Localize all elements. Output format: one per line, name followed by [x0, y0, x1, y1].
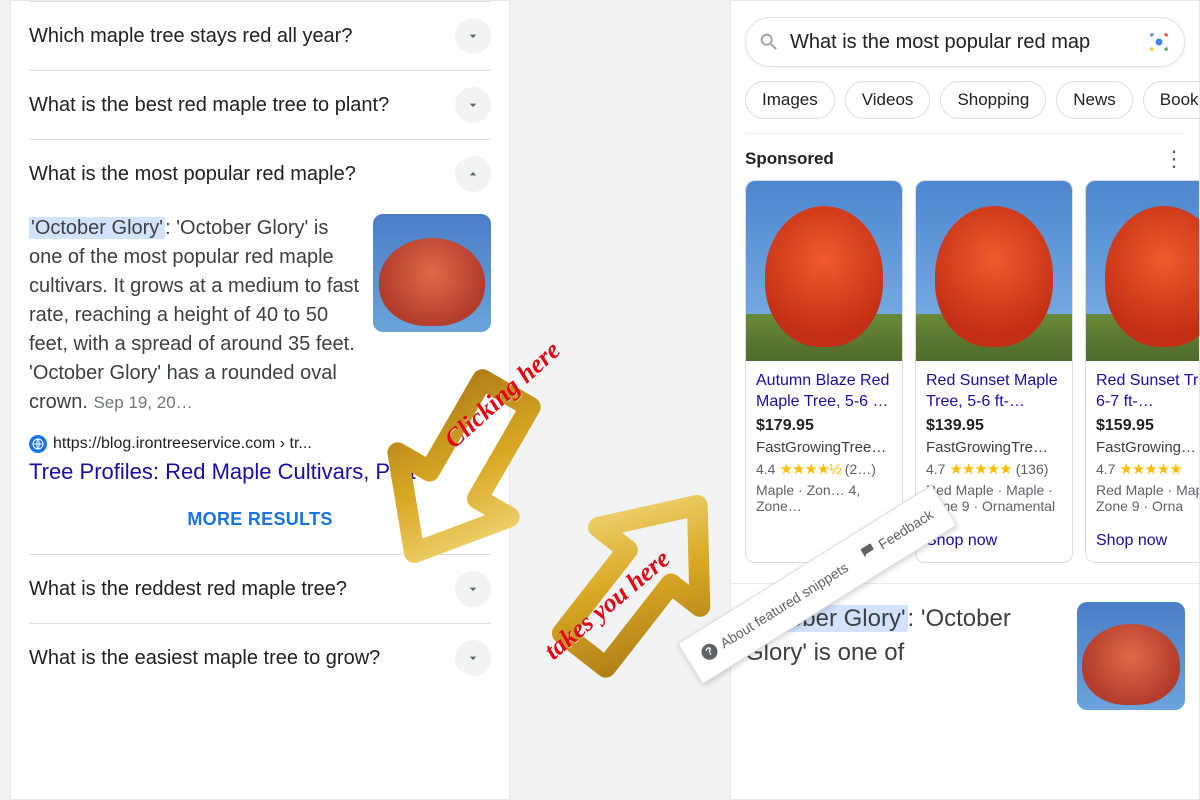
card-image [916, 181, 1072, 361]
snippet-text: 'October Glory': 'October Glory' is one … [29, 214, 361, 417]
card-rating: 4.7 ★★★★★ (136) [926, 460, 1062, 478]
snippet-thumbnail[interactable] [373, 214, 491, 332]
card-tags: Maple · Zon… 4, Zone… [756, 482, 892, 518]
question-text: What is the most popular red maple? [29, 161, 356, 188]
chip-news[interactable]: News [1056, 81, 1133, 119]
question-text: What is the best red maple tree to plant… [29, 92, 389, 119]
card-tags: Red Maple · Maple · Zone 9 · Orna [1096, 482, 1199, 518]
card-seller: FastGrowingTre… [926, 439, 1062, 456]
stars-icon: ★★★★★ [949, 460, 1011, 478]
chip-images[interactable]: Images [745, 81, 835, 119]
stars-icon: ★★★★½ [779, 460, 840, 478]
related-question-row-expanded[interactable]: What is the most popular red maple? [29, 139, 491, 208]
annotation-label-takes: takes you here [538, 544, 676, 666]
help-icon: ? [698, 641, 720, 663]
search-chips: Images Videos Shopping News Books [731, 81, 1199, 133]
question-text: What is the easiest maple tree to grow? [29, 645, 380, 672]
related-question-row[interactable]: Which maple tree stays red all year? [29, 1, 491, 70]
rating-count: (2…) [845, 461, 876, 477]
search-query-text[interactable]: What is the most popular red map [790, 31, 1136, 54]
snippet-date: Sep 19, 20… [93, 393, 192, 412]
card-rating: 4.7 ★★★★★ [1096, 460, 1199, 478]
card-image [1086, 181, 1199, 361]
sponsored-label: Sponsored [745, 149, 834, 169]
card-seller: FastGrowingTree… [756, 439, 892, 456]
card-price: $159.95 [1096, 417, 1199, 435]
source-title-link[interactable]: Tree Profiles: Red Maple Cultivars, Part… [29, 459, 491, 485]
chevron-up-icon[interactable] [455, 156, 491, 192]
shopping-card[interactable]: Red Sunset Tree, 6-7 ft-… $159.95 FastGr… [1085, 180, 1199, 563]
rating-value: 4.7 [1096, 461, 1115, 477]
chevron-down-icon[interactable] [455, 640, 491, 676]
stars-icon: ★★★★★ [1119, 460, 1181, 478]
card-seller: FastGrowing… [1096, 439, 1199, 456]
chevron-down-icon[interactable] [455, 87, 491, 123]
related-question-row[interactable]: What is the easiest maple tree to grow? [29, 623, 491, 692]
globe-icon [29, 435, 47, 453]
card-price: $179.95 [756, 417, 892, 435]
google-lens-icon[interactable] [1146, 29, 1172, 55]
source-breadcrumb[interactable]: https://blog.irontreeservice.com › tr... [29, 435, 491, 453]
chip-videos[interactable]: Videos [845, 81, 931, 119]
question-text: Which maple tree stays red all year? [29, 23, 352, 50]
card-price: $139.95 [926, 417, 1062, 435]
chip-books[interactable]: Books [1143, 81, 1199, 119]
chevron-down-icon[interactable] [455, 571, 491, 607]
shop-now-link[interactable]: Shop now [1096, 522, 1199, 550]
source-url: https://blog.irontreeservice.com › tr... [53, 435, 312, 453]
card-title: Autumn Blaze Red Maple Tree, 5-6 … [756, 371, 892, 413]
left-serp-panel: Which maple tree stays red all year? Wha… [10, 0, 510, 800]
rating-value: 4.7 [926, 461, 945, 477]
feedback-icon [858, 542, 879, 564]
snippet-highlight: 'October Glory' [29, 217, 165, 239]
search-icon [758, 31, 780, 53]
right-serp-panel: What is the most popular red map Images … [730, 0, 1200, 800]
chip-shopping[interactable]: Shopping [940, 81, 1046, 119]
card-title: Red Sunset Tree, 6-7 ft-… [1096, 371, 1199, 413]
related-question-row[interactable]: What is the best red maple tree to plant… [29, 70, 491, 139]
question-text: What is the reddest red maple tree? [29, 576, 347, 603]
search-bar[interactable]: What is the most popular red map [745, 17, 1185, 67]
card-title: Red Sunset Maple Tree, 5-6 ft-… [926, 371, 1062, 413]
related-question-row[interactable]: What is the reddest red maple tree? [29, 554, 491, 623]
chevron-down-icon[interactable] [455, 18, 491, 54]
more-results-button[interactable]: MORE RESULTS [29, 485, 491, 554]
featured-snippet: 'October Glory': 'October Glory' is one … [29, 208, 491, 417]
more-options-icon[interactable]: ⋮ [1163, 148, 1185, 170]
shopping-card[interactable]: Autumn Blaze Red Maple Tree, 5-6 … $179.… [745, 180, 903, 563]
sponsored-header: Sponsored ⋮ [731, 134, 1199, 180]
shopping-cards: Autumn Blaze Red Maple Tree, 5-6 … $179.… [731, 180, 1199, 583]
card-image [746, 181, 902, 361]
rating-value: 4.4 [756, 461, 775, 477]
snippet-thumbnail[interactable] [1077, 602, 1185, 710]
card-rating: 4.4 ★★★★½ (2…) [756, 460, 892, 478]
rating-count: (136) [1016, 461, 1049, 477]
snippet-body: : 'October Glory' is one of the most pop… [29, 217, 359, 413]
